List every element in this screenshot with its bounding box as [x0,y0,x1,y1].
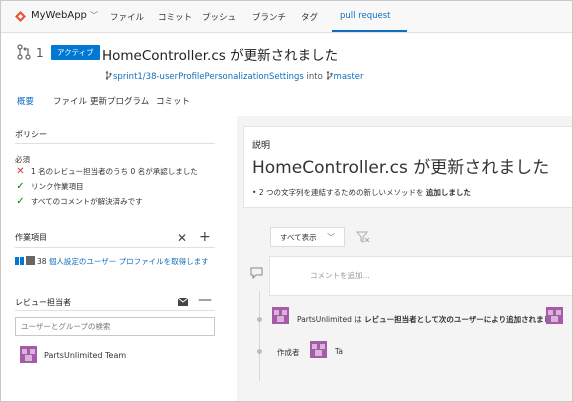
nav-branches[interactable]: ブランチ [252,11,286,23]
vsts-logo-icon [15,11,26,22]
mail-icon[interactable] [178,298,188,306]
app-name[interactable]: MyWebApp [31,10,87,21]
status-badge: アクティブ [51,45,100,60]
clear-filter-icon[interactable] [356,230,370,244]
nav-tags[interactable]: タグ [301,11,318,23]
activity-event: PartsUnlimited は レビュー担当者として次のユーザーにより追加され… [297,314,559,325]
author-name: Ta [335,347,343,356]
divider [15,143,215,144]
reviewer-name: PartsUnlimited Team [44,351,127,360]
bullet-text: 2 つの文字列を連結するための新しいメソッドを [258,188,424,197]
work-item-id: 38 [37,257,47,266]
app-window: MyWebApp ﹀ ファイル コミット プッシュ ブランチ タグ pull r… [0,0,573,402]
user-story-icon [26,256,35,265]
tab-files[interactable]: ファイル [53,95,87,107]
work-item-link[interactable]: 38 個人設定のユーザー プロファイルを取得します [15,256,209,267]
check-icon: ✓ [16,196,25,207]
tab-commits[interactable]: コミット [156,95,190,107]
event-text: は [354,315,362,324]
close-icon[interactable]: ✕ [177,232,187,244]
tab-overview[interactable]: 概要 [17,95,34,107]
avatar [310,341,327,358]
author-label: 作成者 [277,348,300,357]
activity-filter-dropdown[interactable]: すべて表示 ﹀ [270,227,345,247]
chevron-down-icon[interactable]: ﹀ [90,10,98,21]
branch-icon [105,71,112,80]
nav-pushes[interactable]: プッシュ [202,11,236,23]
filter-label: すべて表示 [280,233,317,242]
policy-text: リンク作業項目 [31,182,84,191]
target-branch-link[interactable]: master [334,72,364,82]
work-items-title: 作業項目 [15,233,47,242]
top-nav: MyWebApp ﹀ ファイル コミット プッシュ ブランチ タグ pull r… [1,1,572,33]
policies-title: ポリシー [15,130,47,139]
timeline-dot [257,349,262,354]
add-icon[interactable]: + [199,230,211,244]
reviewers-title: レビュー担当者 [15,298,71,307]
timeline [259,291,260,381]
divider [15,310,215,311]
work-item-title[interactable]: 個人設定のユーザー プロファイルを取得します [49,257,209,266]
policy-item: ✓ すべてのコメントが解決済みです [15,196,143,207]
avatar [272,307,289,324]
page-title: HomeController.cs が更新されました [102,48,339,64]
source-branch-link[interactable]: sprint1/38-userProfilePersonalizationSet… [113,72,304,82]
bullet-bold-text: 追加しました [425,188,471,197]
chevron-down-icon: ﹀ [327,233,336,242]
event-bold-text: レビュー担当者として次のユーザーにより追加されました [364,315,559,324]
description-title: HomeController.cs が更新されました [252,158,550,178]
book-icon [15,257,24,265]
check-icon: ✓ [16,181,25,192]
branch-icon [326,71,333,80]
nav-commits[interactable]: コミット [158,11,192,23]
description-label: 説明 [252,141,271,151]
nav-files[interactable]: ファイル [110,11,144,23]
policy-item: ✓ リンク作業項目 [15,181,84,192]
pr-id: 1 [36,46,44,60]
policy-item: ✕ 1 名のレビュー担当者のうち 0 名が承認しました [15,166,198,177]
nav-active-indicator [332,30,407,32]
avatar [20,346,37,363]
avatar [546,307,563,324]
description-bullet: • 2 つの文字列を連結するための新しいメソッドを 追加しました [252,188,471,197]
comment-placeholder: コメントを追加... [310,271,370,280]
event-actor: PartsUnlimited [297,315,352,324]
tab-updates[interactable]: 更新プログラム [90,95,149,107]
policy-text: すべてのコメントが解決済みです [31,197,143,206]
branch-info: sprint1/38-userProfilePersonalizationSet… [105,71,364,82]
comment-icon [250,267,263,279]
timeline-dot [257,317,262,322]
divider [15,247,215,248]
policy-text: 1 名のレビュー担当者のうち 0 名が承認しました [31,167,198,176]
pull-request-icon [17,44,31,60]
into-text: into [306,72,323,82]
close-icon: ✕ [16,166,25,177]
reviewer-search-input[interactable] [15,317,215,336]
nav-pull-requests[interactable]: pull request [340,11,391,21]
minus-icon[interactable]: — [198,293,212,307]
required-label: 必須 [15,155,30,164]
